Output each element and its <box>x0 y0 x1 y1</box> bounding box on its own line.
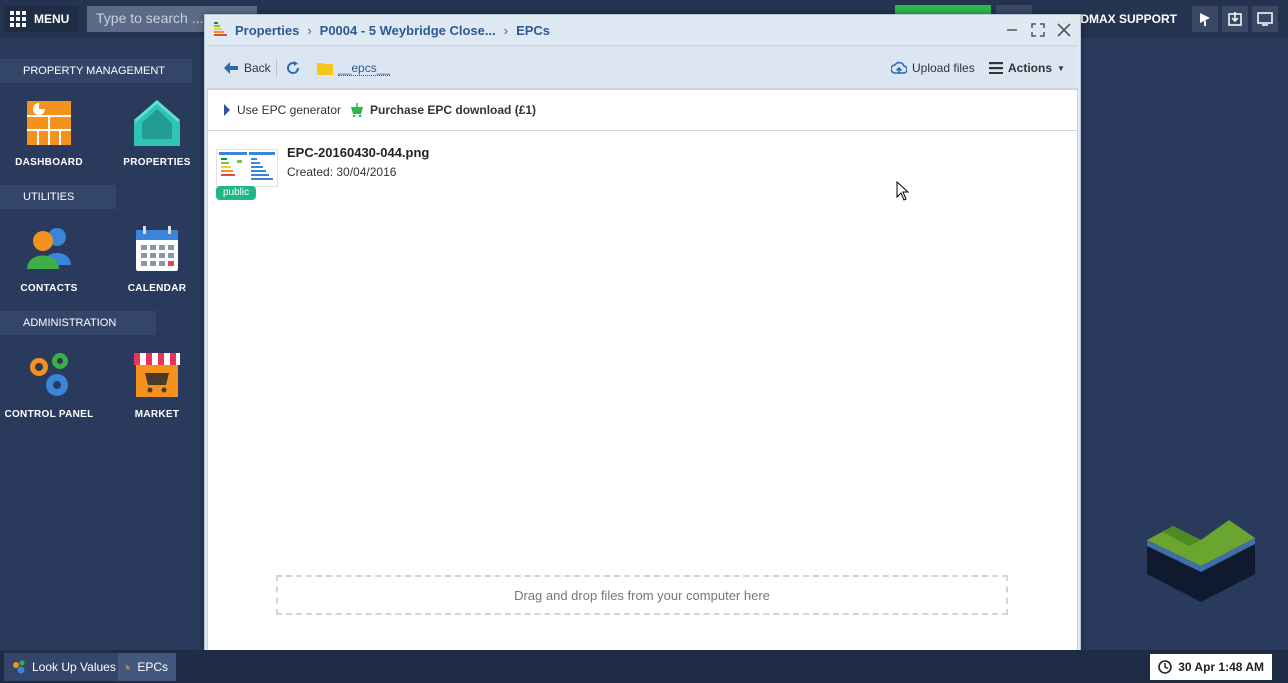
epc-generator-label: Use EPC generator <box>237 103 342 117</box>
clock-icon <box>1158 660 1172 674</box>
file-created-date: Created: 30/04/2016 <box>287 165 397 179</box>
refresh-icon <box>287 61 300 74</box>
task-label: EPCs <box>137 660 168 674</box>
breadcrumb-property[interactable]: P0004 - 5 Weybridge Close... <box>320 23 496 38</box>
file-item[interactable]: public EPC-20160430-044.png Created: 30/… <box>216 145 516 205</box>
task-epcs[interactable]: EPCs <box>118 653 176 681</box>
actions-label: Actions <box>1008 61 1053 75</box>
nav-dashboard-label: DASHBOARD <box>15 157 83 168</box>
dashboard-icon <box>25 99 73 147</box>
toolbar-divider <box>276 59 277 77</box>
refresh-button[interactable] <box>286 46 300 90</box>
epc-subbar: Use EPC generator Purchase EPC download … <box>208 90 1077 131</box>
clock-time: 30 Apr 1:48 AM <box>1178 660 1264 674</box>
cloud-upload-icon <box>891 61 907 74</box>
nav-market[interactable]: MARKET <box>108 351 206 420</box>
minimize-icon[interactable] <box>1002 20 1022 40</box>
download-icon[interactable] <box>1222 6 1248 32</box>
epc-thumbnail <box>216 149 278 187</box>
mouse-cursor-icon <box>896 181 910 201</box>
nav-market-label: MARKET <box>134 409 180 420</box>
breadcrumb-properties[interactable]: Properties <box>235 23 299 38</box>
section-property-management: PROPERTY MANAGEMENT <box>0 59 192 83</box>
back-label: Back <box>244 61 271 75</box>
house-icon <box>133 99 181 147</box>
close-icon[interactable] <box>1054 20 1074 40</box>
nav-dashboard[interactable]: DASHBOARD <box>0 99 98 168</box>
drop-zone-text: Drag and drop files from your computer h… <box>514 587 770 603</box>
play-arrow-icon <box>224 104 230 116</box>
nav-properties-label: PROPERTIES <box>123 157 191 168</box>
breadcrumb-separator: › <box>307 22 312 38</box>
clock[interactable]: 30 Apr 1:48 AM <box>1150 654 1272 680</box>
screen-icon[interactable] <box>1252 6 1278 32</box>
taskbar: Look Up Values EPCs 30 Apr 1:48 AM <box>0 650 1288 683</box>
epcs-dialog: Properties › P0004 - 5 Weybridge Close..… <box>204 14 1081 676</box>
support-label[interactable]: IDMAX SUPPORT <box>1077 6 1183 32</box>
breadcrumb-epcs[interactable]: EPCs <box>516 23 550 38</box>
purchase-epc-button[interactable]: Purchase EPC download (£1) <box>350 90 536 130</box>
nav-control-panel-label: CONTROL PANEL <box>4 409 94 420</box>
folder-link[interactable]: __epcs__ <box>317 46 391 90</box>
contacts-icon <box>25 225 73 273</box>
back-arrow-icon <box>224 62 238 74</box>
upload-files-button[interactable]: Upload files <box>891 46 975 90</box>
purchase-epc-label: Purchase EPC download (£1) <box>370 103 537 117</box>
menu-label: MENU <box>34 12 70 26</box>
upload-files-label: Upload files <box>912 61 975 75</box>
folder-label: __epcs__ <box>338 60 391 76</box>
cart-icon <box>351 103 363 117</box>
task-label: Look Up Values <box>32 660 116 674</box>
menu-button[interactable]: MENU <box>4 6 78 32</box>
back-button[interactable]: Back <box>223 46 271 90</box>
epc-generator-button[interactable]: Use EPC generator <box>223 90 341 130</box>
maximize-icon[interactable] <box>1028 20 1048 40</box>
gears-icon <box>13 660 25 674</box>
nav-calendar-label: CALENDAR <box>127 283 187 294</box>
caret-down-icon: ▼ <box>1057 63 1065 73</box>
hamburger-icon <box>989 62 1003 74</box>
notification-icon[interactable] <box>1192 6 1218 32</box>
public-badge: public <box>216 186 257 200</box>
drop-zone[interactable]: Drag and drop files from your computer h… <box>276 575 1008 615</box>
actions-dropdown[interactable]: Actions ▼ <box>989 46 1065 90</box>
nav-control-panel[interactable]: CONTROL PANEL <box>0 351 98 420</box>
breadcrumb-separator: › <box>503 22 509 38</box>
breadcrumb: Properties › P0004 - 5 Weybridge Close..… <box>205 15 1080 45</box>
section-administration: ADMINISTRATION <box>0 311 156 335</box>
task-look-up-values[interactable]: Look Up Values <box>4 653 124 681</box>
gears-icon <box>25 351 73 399</box>
file-name[interactable]: EPC-20160430-044.png <box>287 145 429 160</box>
folder-icon <box>317 63 333 75</box>
market-icon <box>133 351 181 399</box>
nav-calendar[interactable]: CALENDAR <box>108 225 206 294</box>
nav-properties[interactable]: PROPERTIES <box>108 99 206 168</box>
epc-rating-icon <box>214 22 227 36</box>
nav-contacts[interactable]: CONTACTS <box>0 225 98 294</box>
brand-logo <box>1145 518 1257 604</box>
section-utilities: UTILITIES <box>0 185 116 209</box>
epc-rating-icon <box>126 664 131 670</box>
calendar-icon <box>133 225 181 273</box>
dialog-toolbar: Back __epcs__ Upload files Actions ▼ <box>207 45 1078 89</box>
nav-contacts-label: CONTACTS <box>20 283 78 294</box>
grid-icon <box>10 11 26 27</box>
file-list-panel: Use EPC generator Purchase EPC download … <box>207 89 1078 671</box>
